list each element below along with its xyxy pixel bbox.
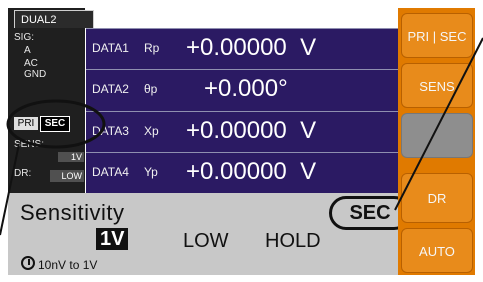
row-symbol: Xp [144, 124, 159, 138]
row-symbol: Yp [144, 165, 158, 179]
data-row: DATA1 Rp +0.00000 V [86, 28, 398, 68]
dr-label: DR: [14, 168, 32, 179]
pri-sec-button[interactable]: PRI | SEC [401, 13, 473, 58]
rotary-knob-icon [21, 256, 35, 270]
dual-tab[interactable]: DUAL2 [14, 10, 94, 28]
dr-button[interactable]: DR [401, 173, 473, 223]
sensitivity-option-hold[interactable]: HOLD [265, 230, 321, 253]
row-value: +0.00000 V [186, 158, 317, 185]
row-symbol: Rp [144, 41, 160, 55]
data-row: DATA2 θp +0.000° [86, 69, 398, 109]
row-name: DATA4 [92, 165, 129, 179]
sens-button[interactable]: SENS [401, 63, 473, 108]
row-value: +0.00000 V [186, 117, 317, 144]
sensitivity-title: Sensitivity [20, 200, 125, 225]
row-name: DATA3 [92, 124, 129, 138]
row-name: DATA1 [92, 41, 129, 55]
sig-ac-label: AC [24, 58, 38, 69]
data-row: DATA4 Yp +0.00000 V [86, 152, 398, 192]
row-name: DATA2 [92, 82, 129, 96]
sensitivity-option-low[interactable]: LOW [183, 230, 229, 253]
measurement-table: DATA1 Rp +0.00000 V DATA2 θp +0.000° DAT… [86, 28, 398, 193]
pri-indicator: PRI [14, 117, 38, 130]
dual-tab-label: DUAL2 [21, 14, 57, 26]
sig-gnd-label: GND [24, 69, 47, 80]
sens-label: SENS: [14, 139, 45, 150]
data-row: DATA3 Xp +0.00000 V [86, 111, 398, 151]
dr-value: LOW [50, 170, 84, 182]
blank-softkey[interactable] [401, 113, 473, 158]
sensitivity-option-1v[interactable]: 1V [96, 228, 129, 250]
sec-indicator: SEC [40, 116, 70, 132]
instrument-screen: DUAL2 SIG: A AC GND PRI SEC SENS: 1V DR:… [0, 0, 483, 282]
sig-label: SIG: [14, 32, 35, 43]
sig-a-label: A [24, 45, 31, 56]
row-value: +0.00000 V [186, 34, 317, 61]
auto-button[interactable]: AUTO [401, 228, 473, 273]
range-text: 10nV to 1V [38, 258, 98, 272]
sens-value: 1V [58, 152, 84, 162]
row-symbol: θp [144, 82, 158, 96]
row-value: +0.000° [204, 75, 288, 102]
